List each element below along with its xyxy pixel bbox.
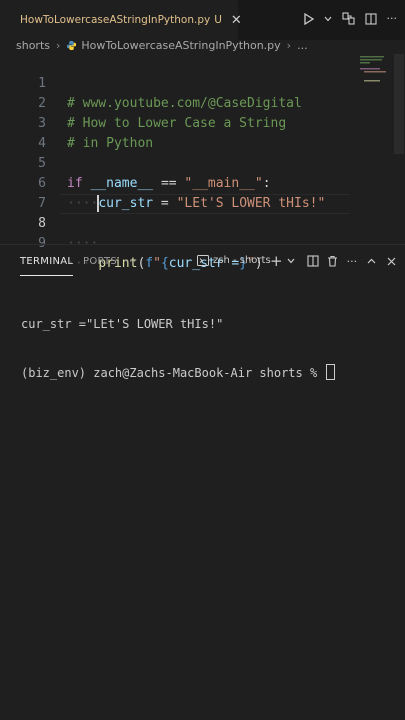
breadcrumb: shorts › HowToLowercaseAStringInPython.p… (0, 34, 405, 56)
tab-file-name: HowToLowercaseAStringInPython.py (20, 14, 211, 26)
code-line: 9 ····print(f"{cur_str =}") (0, 214, 405, 271)
code-line: 1 # www.youtube.com/@CaseDigital (0, 54, 405, 111)
editor-actions: ··· (303, 12, 398, 25)
code-line: 2 # How to Lower Case a String (0, 74, 405, 131)
code-editor[interactable]: 1 # www.youtube.com/@CaseDigital 2 # How… (0, 54, 405, 271)
close-panel-icon[interactable] (387, 257, 396, 266)
tab-ports[interactable]: PORTS (83, 250, 117, 276)
run-icon[interactable] (303, 12, 314, 25)
code-line: 4 (0, 114, 405, 151)
split-editor-icon[interactable] (364, 12, 377, 25)
panel-more-icon[interactable]: ··· (125, 254, 136, 268)
terminal-prompt-line: (biz_env) zach@Zachs-MacBook-Air shorts … (21, 364, 336, 381)
panel-header: TERMINAL PORTS ··· zsh - shorts + ··· (0, 250, 405, 276)
tab-modified-marker: U (214, 14, 222, 26)
chevron-up-icon[interactable] (367, 258, 376, 264)
terminal-prompt: (biz_env) zach@Zachs-MacBook-Air shorts … (21, 366, 325, 380)
chevron-right-icon: › (56, 38, 61, 52)
tab-close-icon[interactable]: ✕ (231, 13, 242, 28)
panel-more-actions-icon[interactable]: ··· (347, 255, 358, 268)
code-line: 5 if __name__ == "__main__": (0, 134, 405, 191)
compare-changes-icon[interactable] (341, 12, 355, 25)
python-file-icon (67, 40, 77, 50)
breadcrumb-folder[interactable]: shorts (16, 39, 50, 52)
code-line: 8 ···· (0, 194, 405, 251)
panel-divider (0, 244, 405, 245)
code-line: 7 (0, 174, 405, 211)
trash-icon[interactable] (327, 255, 338, 267)
terminal-line: cur_str ="LEt'S LOWER tHIs!" (21, 317, 224, 331)
editor-scrollbar[interactable] (394, 54, 404, 154)
terminal-selector[interactable]: zsh - shorts (197, 255, 271, 266)
code-line: 3 # in Python (0, 94, 405, 151)
text-cursor (97, 195, 99, 212)
code-line: 6 ····cur_str = "LEt'S LOWER tHIs!" (0, 154, 405, 211)
breadcrumb-more[interactable]: ... (297, 39, 308, 52)
breadcrumb-file[interactable]: HowToLowercaseAStringInPython.py (81, 39, 280, 52)
shell-name: zsh - shorts (213, 255, 271, 266)
chevron-right-icon: › (286, 38, 292, 52)
chevron-down-icon[interactable] (287, 258, 295, 264)
minimap[interactable] (358, 54, 392, 114)
new-terminal-icon[interactable]: + (270, 254, 283, 269)
split-terminal-icon[interactable] (307, 255, 319, 267)
tab-terminal[interactable]: TERMINAL (20, 250, 74, 276)
panel-actions: + ··· (270, 254, 396, 269)
terminal-output[interactable]: cur_str ="LEt'S LOWER tHIs!" (biz_env) z… (21, 284, 336, 397)
terminal-icon (197, 255, 209, 266)
more-actions-icon[interactable]: ··· (387, 12, 398, 25)
chevron-down-icon[interactable] (324, 16, 332, 22)
terminal-cursor (326, 364, 336, 380)
